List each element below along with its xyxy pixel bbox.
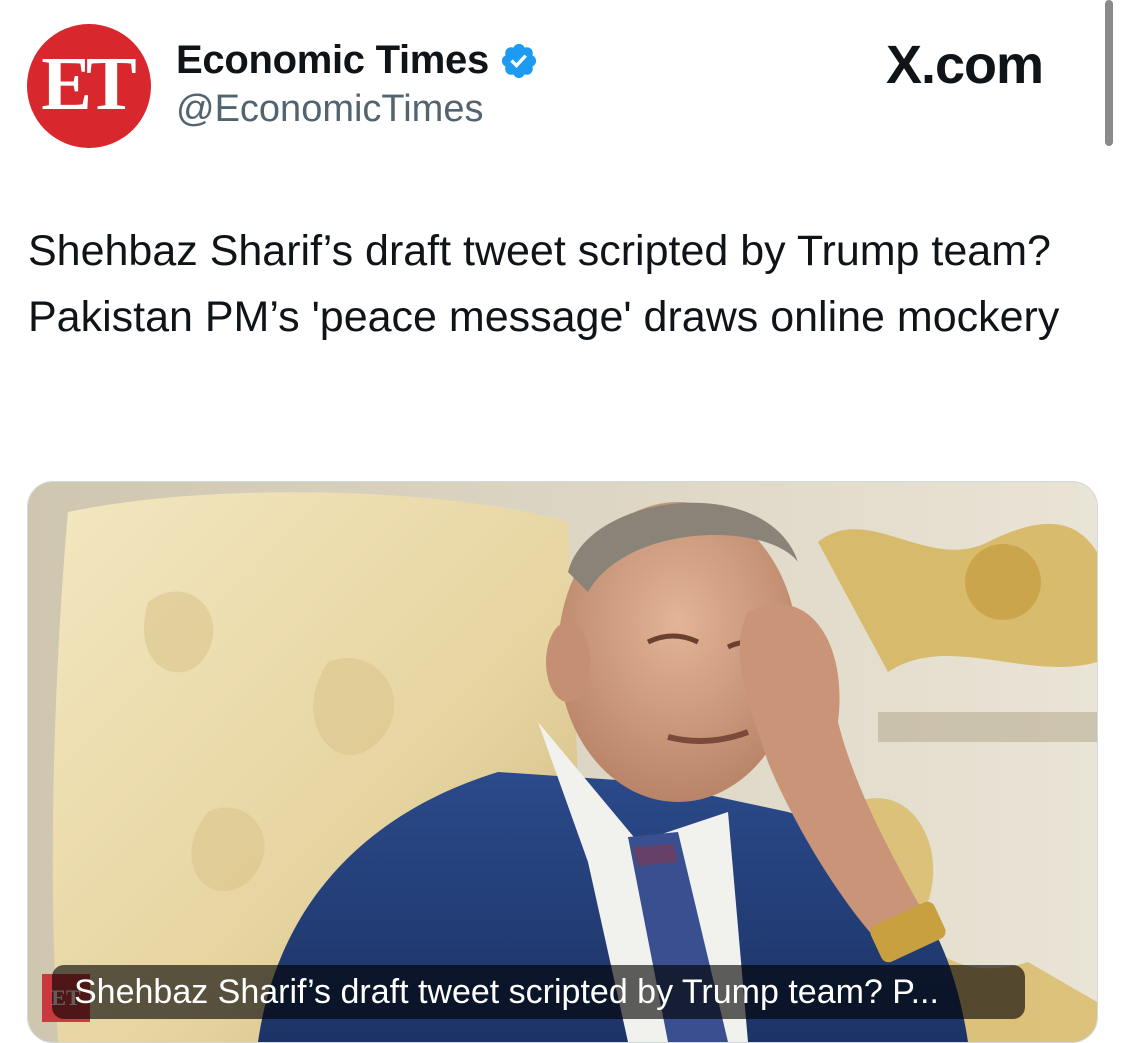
article-photo (28, 482, 1097, 1042)
verified-badge-icon (501, 43, 537, 78)
account-handle[interactable]: @EconomicTimes (176, 88, 483, 131)
card-caption: Shehbaz Sharif’s draft tweet scripted by… (52, 965, 1025, 1019)
avatar[interactable]: ET (27, 24, 151, 148)
scrollbar[interactable] (1105, 0, 1113, 146)
post-headline: Shehbaz Sharif’s draft tweet scripted by… (28, 227, 1060, 341)
account-name-row: Economic Times (176, 38, 539, 83)
avatar-logo-text: ET (41, 41, 136, 126)
brand-label: X.com (886, 35, 1044, 95)
link-preview-card[interactable]: ET Shehbaz Sharif’s draft tweet scripted… (27, 481, 1098, 1043)
account-name[interactable]: Economic Times (176, 38, 489, 83)
